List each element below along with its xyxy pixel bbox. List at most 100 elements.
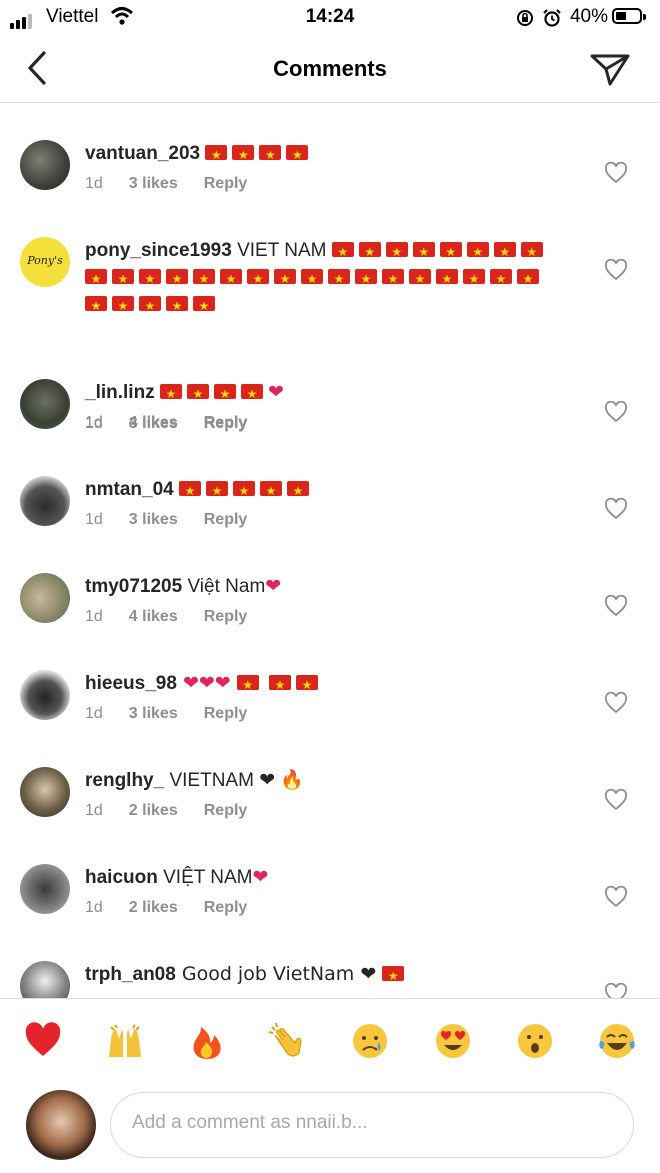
comment-username[interactable]: pony_since1993 [85,240,232,261]
reply-button[interactable]: Reply [204,802,248,819]
reply-button[interactable]: Reply [204,414,248,431]
heart-outline-icon[interactable] [604,498,628,520]
heart-outline-icon[interactable] [604,886,628,908]
vietnam-flag-emoji [520,239,543,266]
comment-username[interactable]: tmy071205 [85,576,182,597]
comment-username[interactable]: nmtan_04 [85,479,174,500]
vietnam-flag-emoji [112,266,134,293]
reply-button[interactable]: Reply [204,608,248,625]
comment-body: VIET NAM [231,240,332,261]
quick-reaction-bar [0,998,660,1085]
comment-age: 1d [85,802,103,819]
vietnam-flag-emoji [205,478,228,505]
red-heart-icon[interactable] [23,1021,63,1061]
comment-username[interactable]: vantuan_203 [85,143,200,164]
comment-input-box[interactable] [110,1092,634,1158]
tears-of-joy-icon[interactable] [597,1021,637,1061]
heart-outline-icon[interactable] [604,259,628,281]
comment-body: ❤ [159,381,284,408]
vietnam-flag-emoji [166,266,188,293]
reply-button[interactable]: Reply [204,511,248,528]
vietnam-flag-emoji [490,266,512,293]
comment-username[interactable]: hieeus_98 [85,673,177,694]
vietnam-flag-emoji [232,478,255,505]
comment-age: 1d [85,608,103,625]
avatar[interactable]: Pony's [20,237,70,287]
vietnam-flag-emoji [466,239,489,266]
like-count[interactable]: 3 likes [129,175,178,192]
reply-button[interactable]: Reply [204,899,248,916]
fire-emoji: 🔥 [280,769,305,791]
vietnam-flag-emoji [112,293,134,320]
comment-meta: 1d 3 likes Reply [85,511,273,529]
like-count[interactable]: 2 likes [129,899,178,916]
comment-username[interactable]: _lin.linz [85,382,155,403]
avatar[interactable] [20,864,70,914]
comment-body: VIỆT NAM [157,867,253,888]
battery-icon [612,8,646,24]
like-count[interactable]: 2 likes [129,802,178,819]
nav-header: Comments [0,34,660,103]
vietnam-flag-emoji [493,239,516,266]
vietnam-flag-emoji [139,293,161,320]
vietnam-flag-emoji [213,381,236,408]
like-count[interactable]: 4 likes [129,414,178,431]
battery-percent: 40% [569,6,608,27]
comment-body [205,142,313,169]
reply-button[interactable]: Reply [204,175,248,192]
fire-icon[interactable] [187,1021,227,1061]
vietnam-flag-emoji [85,266,107,293]
avatar[interactable] [20,379,70,429]
vietnam-flag-emoji [517,266,539,293]
vietnam-flag-emoji [412,239,435,266]
comment-username[interactable]: trph_an08 [85,964,176,985]
clapping-hands-icon[interactable] [267,1021,307,1061]
comment-body: VIETNAM ❤ [164,770,281,791]
current-user-avatar [26,1090,96,1160]
heart-eyes-icon[interactable] [433,1021,473,1061]
vietnam-flag-emoji [269,672,292,699]
vietnam-flag-emoji [358,239,381,266]
avatar[interactable] [20,476,70,526]
red-heart-emoji: ❤ [265,575,282,597]
vietnam-flag-emoji [247,266,269,293]
heart-outline-icon[interactable] [604,692,628,714]
heart-outline-icon[interactable] [604,789,628,811]
heart-outline-icon[interactable] [604,595,628,617]
comment-composer [0,1084,660,1173]
comment-list[interactable]: vantuan_203 1d 3 likes Reply Pony's pony_s… [0,103,660,998]
vietnam-flag-emoji [436,266,458,293]
comment-username[interactable]: renglhy_ [85,770,164,791]
vietnam-flag-emoji [439,239,462,266]
like-count[interactable]: 3 likes [129,705,178,722]
heart-outline-icon[interactable] [604,401,628,423]
avatar[interactable] [20,670,70,720]
heart-outline-icon[interactable] [604,162,628,184]
page-title: Comments [273,56,387,81]
comment-username[interactable]: haicuon [85,867,158,888]
vietnam-flag-emoji [259,478,282,505]
crying-face-icon[interactable] [350,1021,390,1061]
comment-input[interactable] [130,1111,614,1135]
avatar[interactable] [20,140,70,190]
avatar[interactable] [20,573,70,623]
surprised-face-icon[interactable] [515,1021,555,1061]
vietnam-flag-emoji [463,266,485,293]
vietnam-flag-emoji [240,381,263,408]
raising-hands-icon[interactable] [105,1021,145,1061]
red-heart-emoji: ❤ [252,866,269,888]
like-count[interactable]: 3 likes [129,511,178,528]
comment-age: 1d [85,899,103,916]
heart-outline-icon[interactable] [604,983,628,998]
direct-message-icon[interactable] [586,48,632,88]
like-count[interactable]: 4 likes [129,608,178,625]
comment-age: 1d [85,511,103,528]
pony-logo: Pony's [27,254,63,267]
comment-age: 1d [85,175,103,192]
reply-button[interactable]: Reply [204,705,248,722]
avatar[interactable] [20,767,70,817]
vietnam-flag-emoji [286,142,309,169]
vietnam-flag-emoji [232,142,255,169]
red-heart-emoji: ❤ [267,381,284,403]
avatar[interactable] [20,961,70,998]
